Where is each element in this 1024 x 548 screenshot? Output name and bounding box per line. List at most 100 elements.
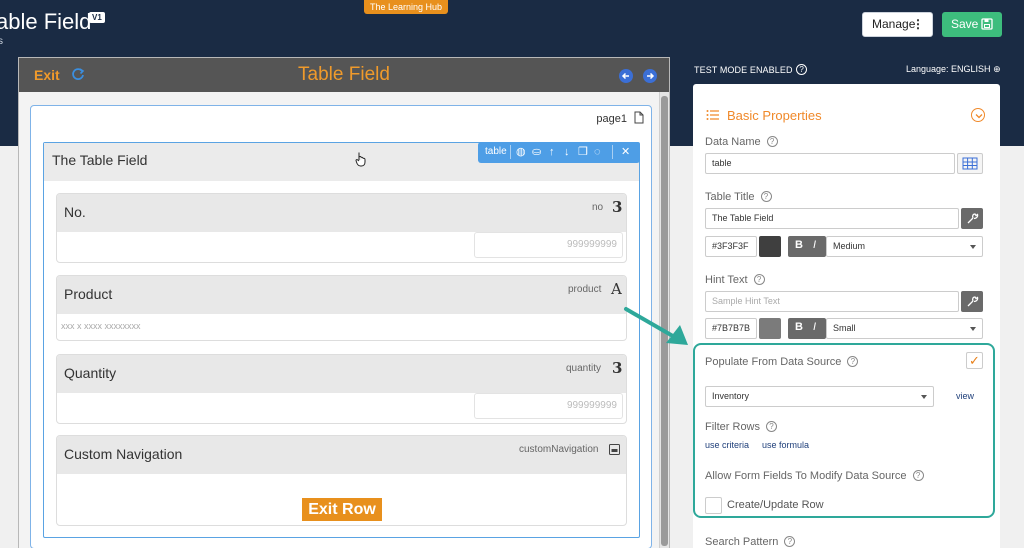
column-field-custom-navigation[interactable]: Custom Navigation customNavigation Exit … — [56, 435, 627, 526]
field-key: product — [568, 284, 602, 295]
arrow-right-icon — [647, 72, 655, 80]
text-input[interactable]: xxx x xxxx xxxxxxxx — [57, 314, 626, 339]
hint-style-group: B I — [788, 318, 826, 339]
hint-color-input[interactable]: #7B7B7B — [705, 318, 757, 339]
field-key: quantity — [566, 363, 602, 374]
create-update-label: Create/Update Row — [727, 499, 824, 511]
data-source-value: Inventory — [712, 391, 750, 401]
title-color-swatch[interactable] — [759, 236, 781, 257]
field-header: No. no 3 — [57, 194, 626, 232]
text-icon: A — [611, 280, 622, 298]
help-icon[interactable]: ? — [784, 536, 796, 547]
filter-rows-label: Filter Rows? — [705, 421, 778, 433]
number-input[interactable]: 999999999 — [474, 232, 623, 258]
pointer-arrow-icon — [624, 307, 688, 345]
arrow-down-icon[interactable]: ↓ — [564, 145, 570, 159]
close-icon[interactable]: ✕ — [621, 145, 630, 159]
data-name-label: Data Name? — [705, 136, 778, 148]
number-icon: 3 — [612, 359, 623, 377]
prev-page-button[interactable] — [619, 69, 633, 83]
title-style-group: B I — [788, 236, 826, 257]
field-label: No. — [64, 204, 86, 220]
caret-down-icon — [921, 395, 927, 399]
hint-color-swatch[interactable] — [759, 318, 781, 339]
form-canvas: Exit Table Field page1 The Table Field t… — [18, 57, 670, 548]
help-icon[interactable]: ? — [760, 191, 772, 202]
paint-bucket-icon[interactable]: ⛀ — [532, 145, 541, 159]
page-label: page1 — [596, 113, 627, 125]
manage-label: Manage — [872, 17, 916, 31]
palette-icon[interactable]: ◍ — [516, 145, 526, 159]
hint-text-input[interactable]: Sample Hint Text — [705, 291, 959, 312]
bold-toggle[interactable]: B — [795, 239, 803, 251]
language-text: Language: ENGLISH — [906, 64, 991, 74]
table-field[interactable]: The Table Field table ◍ ⛀ ↑ ↓ ❐ ◌ ✕ No. … — [43, 142, 640, 538]
help-icon[interactable]: ? — [766, 421, 778, 432]
wrench-icon — [967, 296, 979, 307]
globe-icon: ⊕ — [993, 64, 1001, 74]
test-mode-text: TEST MODE ENABLED — [694, 65, 793, 75]
populate-checkbox[interactable]: ✓ — [966, 352, 983, 369]
page-icon — [634, 111, 644, 124]
field-label: Product — [64, 286, 113, 302]
comment-icon[interactable]: ◌ — [594, 145, 601, 159]
form-page[interactable]: page1 The Table Field table ◍ ⛀ ↑ ↓ ❐ ◌ … — [30, 105, 652, 548]
help-icon[interactable]: ? — [912, 470, 924, 481]
view-link[interactable]: view — [956, 391, 974, 401]
more-vertical-icon: ⋮ — [912, 17, 924, 31]
list-icon — [706, 110, 719, 120]
caret-down-icon — [970, 327, 976, 331]
help-icon[interactable]: ? — [847, 356, 859, 367]
italic-toggle[interactable]: I — [813, 321, 816, 333]
table-grid-button[interactable] — [957, 153, 983, 174]
table-toolbar: table ◍ ⛀ ↑ ↓ ❐ ◌ ✕ — [478, 142, 640, 163]
toolbar-label: table — [485, 146, 507, 157]
create-update-checkbox[interactable] — [705, 497, 722, 514]
table-title-input[interactable]: The Table Field — [705, 208, 959, 229]
section-title: Basic Properties — [727, 108, 822, 123]
help-icon[interactable]: ? — [753, 274, 765, 285]
field-label: Custom Navigation — [64, 446, 183, 462]
canvas-header: Exit Table Field — [19, 58, 669, 92]
wrench-icon — [967, 213, 979, 224]
next-page-button[interactable] — [643, 69, 657, 83]
use-formula-link[interactable]: use formula — [762, 440, 809, 450]
search-pattern-text: Search Pattern — [705, 536, 779, 548]
hint-text-text: Hint Text — [705, 274, 748, 286]
table-title: The Table Field — [52, 152, 148, 168]
app-title: able Field — [0, 9, 92, 34]
arrow-up-icon[interactable]: ↑ — [549, 145, 555, 159]
field-header: Custom Navigation customNavigation — [57, 436, 626, 474]
data-source-select[interactable]: Inventory — [705, 386, 934, 407]
formula-button[interactable] — [961, 208, 983, 229]
title-size-select[interactable]: Medium — [826, 236, 983, 257]
number-input[interactable]: 999999999 — [474, 393, 623, 419]
use-criteria-link[interactable]: use criteria — [705, 440, 749, 450]
bold-toggle[interactable]: B — [795, 321, 803, 333]
column-field-no[interactable]: No. no 3 999999999 — [56, 193, 627, 263]
arrow-left-icon — [621, 72, 629, 80]
hint-size-select[interactable]: Small — [826, 318, 983, 339]
caret-down-icon — [970, 245, 976, 249]
copy-icon[interactable]: ❐ — [578, 145, 588, 159]
toolbar-divider — [510, 145, 511, 159]
language-selector[interactable]: Language: ENGLISH ⊕ — [906, 64, 1001, 75]
table-title-text: Table Title — [705, 191, 755, 203]
collapse-chevron-icon[interactable] — [971, 108, 985, 122]
formula-button[interactable] — [961, 291, 983, 312]
help-icon[interactable]: ? — [796, 64, 808, 75]
data-name-input[interactable]: table — [705, 153, 955, 174]
help-icon[interactable]: ? — [766, 136, 778, 147]
manage-button[interactable]: Manage ⋮ — [862, 12, 933, 37]
save-button[interactable]: Save — [942, 12, 1002, 37]
toolbar-divider — [612, 145, 613, 159]
save-icon — [981, 18, 993, 30]
italic-toggle[interactable]: I — [813, 239, 816, 251]
title-color-input[interactable]: #3F3F3F — [705, 236, 757, 257]
navigation-icon — [609, 444, 620, 455]
column-field-product[interactable]: Product product A xxx x xxxx xxxxxxxx — [56, 275, 627, 341]
title-size-value: Medium — [833, 241, 866, 251]
properties-panel: Basic Properties Data Name? table Table … — [693, 84, 1000, 548]
exit-row-button[interactable]: Exit Row — [302, 498, 382, 521]
column-field-quantity[interactable]: Quantity quantity 3 999999999 — [56, 354, 627, 424]
